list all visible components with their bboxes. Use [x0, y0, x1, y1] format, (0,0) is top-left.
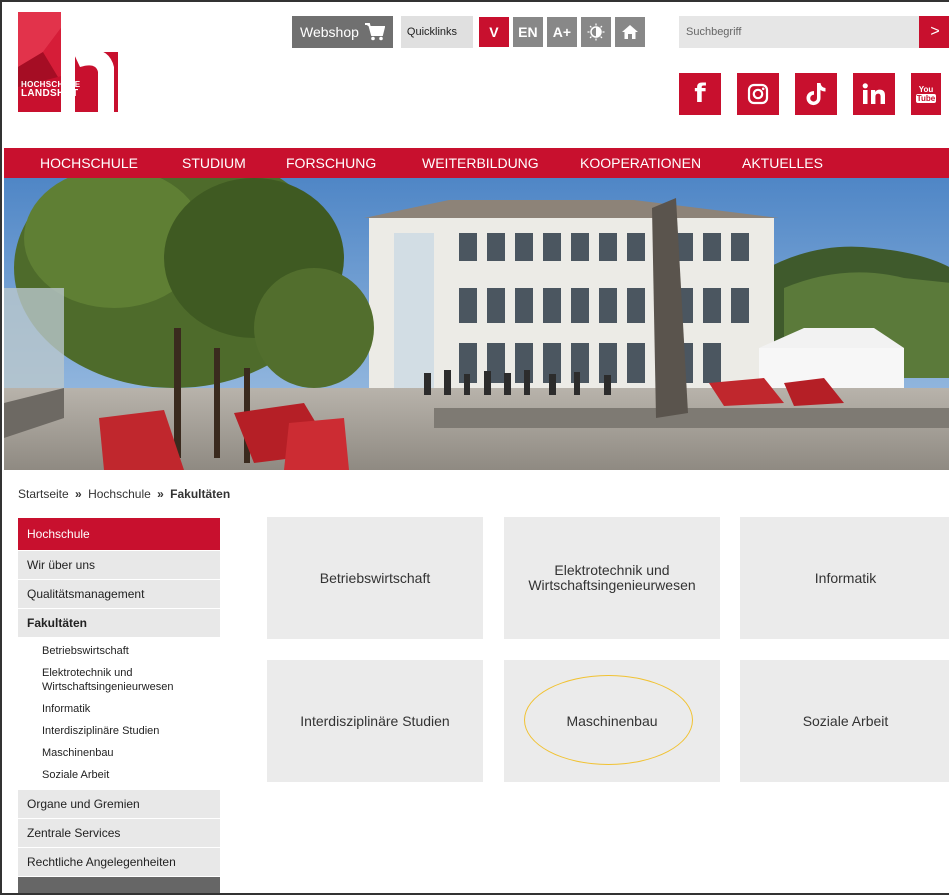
contrast-button[interactable]	[580, 17, 611, 47]
contrast-icon	[587, 23, 605, 41]
breadcrumb-home[interactable]: Startseite	[18, 487, 69, 501]
sidebar-subitem-interdisziplinaere-studien[interactable]: Interdisziplinäre Studien	[18, 720, 220, 742]
tiktok-button[interactable]	[795, 73, 837, 115]
instagram-icon	[747, 83, 769, 105]
nav-item-studium[interactable]: STUDIUM	[182, 155, 246, 171]
highlight-circle	[524, 675, 693, 765]
sidebar-subitem-elektrotechnik[interactable]: Elektrotechnik und Wirtschaftsingenieurw…	[18, 662, 220, 698]
sidebar-item-label: Organe und Gremien	[27, 797, 140, 811]
social-links: f You Tube	[679, 73, 941, 115]
search-placeholder: Suchbegriff	[686, 26, 742, 38]
tile-label: Interdisziplinäre Studien	[300, 712, 450, 729]
tile-label: Elektrotechnik und Wirtschaftsingenieurw…	[528, 562, 696, 593]
linkedin-icon	[862, 83, 885, 104]
sidebar-subitem-soziale-arbeit[interactable]: Soziale Arbeit	[18, 764, 220, 786]
page-frame: HOCHSCHULE LANDSHUT Webshop Quicklinks V…	[0, 0, 949, 895]
linkedin-button[interactable]	[853, 73, 895, 115]
tile-interdisziplinaere-studien[interactable]: Interdisziplinäre Studien	[267, 660, 483, 782]
tile-elektrotechnik[interactable]: Elektrotechnik und Wirtschaftsingenieurw…	[504, 517, 720, 639]
sidebar-subitem-betriebswirtschaft[interactable]: Betriebswirtschaft	[18, 640, 220, 662]
font-size-button[interactable]: A+	[546, 17, 577, 47]
nav-item-hochschule[interactable]: HOCHSCHULE	[40, 155, 138, 171]
sidebar-item-label: Fakultäten	[27, 616, 88, 630]
hochschule-landshut-logo[interactable]: HOCHSCHULE LANDSHUT	[18, 12, 119, 112]
youtube-label: Tube	[915, 94, 937, 103]
chevron-down-icon: V	[489, 24, 499, 40]
webshop-button[interactable]: Webshop	[292, 16, 393, 48]
quicklinks-toggle-button[interactable]: V	[478, 17, 509, 47]
webshop-label: Webshop	[300, 24, 359, 40]
breadcrumb-current: Fakultäten	[170, 487, 231, 501]
sidebar-item-label: Zentrale Services	[27, 826, 121, 840]
search-input[interactable]: Suchbegriff	[679, 16, 919, 48]
facebook-icon: f	[694, 79, 706, 109]
arrow-right-icon: >	[930, 23, 940, 40]
youtube-icon: You	[918, 85, 934, 94]
tile-label: Soziale Arbeit	[802, 712, 889, 729]
sidebar-navigation: Hochschule Wir über uns Qualitätsmanagem…	[18, 518, 220, 893]
nav-item-forschung[interactable]: FORSCHUNG	[286, 155, 376, 171]
campus-hero-image	[4, 178, 949, 470]
breadcrumb-separator: »	[157, 487, 164, 501]
home-icon	[621, 25, 638, 39]
tile-label: Betriebswirtschaft	[319, 569, 431, 586]
sidebar-item-organe-und-gremien[interactable]: Organe und Gremien	[18, 789, 220, 818]
top-toolbar: Webshop Quicklinks V EN A+	[292, 16, 645, 48]
breadcrumb-separator: »	[75, 487, 82, 501]
sidebar-item-label: Qualitätsmanagement	[27, 587, 145, 601]
tile-informatik[interactable]: Informatik	[740, 517, 949, 639]
sidebar-heading-label: Hochschule	[27, 527, 90, 541]
sidebar-item-fakultaeten[interactable]: Fakultäten	[18, 608, 220, 637]
sidebar-subitem-informatik[interactable]: Informatik	[18, 698, 220, 720]
sidebar-item-wir-ueber-uns[interactable]: Wir über uns	[18, 550, 220, 579]
font-size-icon: A+	[552, 24, 572, 40]
sidebar-heading[interactable]: Hochschule	[18, 518, 220, 550]
quicklinks-label[interactable]: Quicklinks	[400, 16, 473, 48]
sidebar-submenu: Betriebswirtschaft Elektrotechnik und Wi…	[18, 637, 220, 789]
tiktok-icon	[806, 83, 826, 106]
instagram-button[interactable]	[737, 73, 779, 115]
main-navigation: HOCHSCHULE STUDIUM FORSCHUNG WEITERBILDU…	[4, 148, 949, 178]
breadcrumb: Startseite » Hochschule » Fakultäten	[18, 487, 230, 501]
tile-soziale-arbeit[interactable]: Soziale Arbeit	[740, 660, 949, 782]
nav-item-aktuelles[interactable]: AKTUELLES	[742, 155, 823, 171]
cart-icon	[364, 23, 385, 41]
nav-item-kooperationen[interactable]: KOOPERATIONEN	[580, 155, 701, 171]
tile-label: Informatik	[814, 569, 877, 586]
youtube-button[interactable]: You Tube	[911, 73, 941, 115]
sidebar-item-label: Rechtliche Angelegenheiten	[27, 855, 176, 869]
sidebar-item-rechtliche-angelegenheiten[interactable]: Rechtliche Angelegenheiten	[18, 847, 220, 876]
breadcrumb-parent[interactable]: Hochschule	[88, 487, 151, 501]
nav-item-weiterbildung[interactable]: WEITERBILDUNG	[422, 155, 539, 171]
search-submit-button[interactable]: >	[919, 16, 949, 48]
sidebar-item-zentrale-services[interactable]: Zentrale Services	[18, 818, 220, 847]
campus-photo	[4, 178, 949, 470]
facebook-button[interactable]: f	[679, 73, 721, 115]
home-button[interactable]	[614, 17, 645, 47]
logo-wordmark: HOCHSCHULE LANDSHUT	[21, 81, 80, 99]
tile-betriebswirtschaft[interactable]: Betriebswirtschaft	[267, 517, 483, 639]
language-en-button[interactable]: EN	[512, 17, 543, 47]
language-label: EN	[518, 24, 538, 40]
sidebar-item-label: Wir über uns	[27, 558, 96, 572]
sidebar-item-qualitaetsmanagement[interactable]: Qualitätsmanagement	[18, 579, 220, 608]
sidebar-subitem-maschinenbau[interactable]: Maschinenbau	[18, 742, 220, 764]
quicklinks-text: Quicklinks	[406, 26, 458, 38]
sidebar-next-section[interactable]	[18, 877, 220, 893]
logo-line-2: LANDSHUT	[21, 88, 79, 99]
